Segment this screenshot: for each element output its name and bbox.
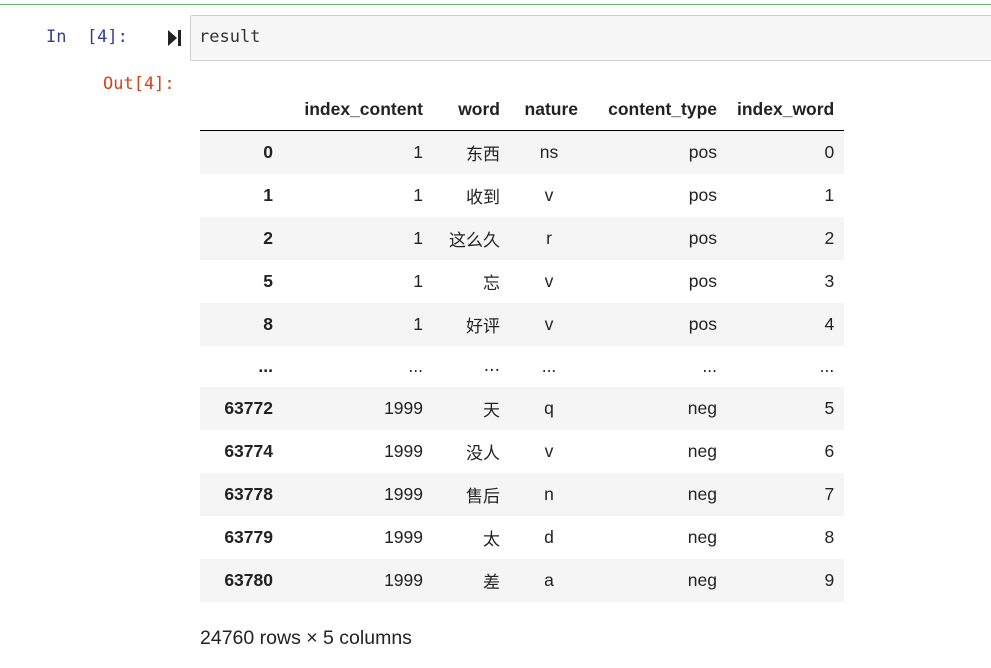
- table-row: 63772 1999 天 q neg 5: [200, 386, 845, 430]
- code-input-area[interactable]: result: [190, 15, 991, 61]
- index-word-cell: 7: [824, 483, 835, 504]
- word-cell: 东西: [466, 144, 500, 165]
- row-index-cell: 8: [263, 313, 273, 334]
- table-row: 0 1 东西 ns pos 0: [200, 130, 845, 174]
- cell-top-border: [0, 4, 991, 5]
- table-row: 63779 1999 太 d neg 8: [200, 515, 845, 559]
- nature-cell: v: [544, 313, 554, 334]
- column-header: word: [433, 89, 510, 131]
- word-cell: ...: [483, 356, 500, 376]
- content-type-cell: pos: [688, 141, 717, 162]
- output-prompt: Out[4]:: [103, 74, 175, 94]
- index-word-cell: 5: [824, 397, 835, 418]
- index-word-cell: ...: [819, 355, 835, 376]
- word-cell: 这么久: [449, 230, 500, 251]
- run-cell-icon[interactable]: [166, 28, 182, 48]
- table-header-row: index_content word nature content_type i…: [200, 89, 845, 131]
- table-row: 63778 1999 售后 n neg 7: [200, 472, 845, 516]
- row-index-cell: 5: [263, 270, 273, 291]
- index-content-cell: 1: [413, 227, 423, 248]
- nature-cell: ...: [541, 355, 557, 376]
- table-row: 5 1 忘 v pos 3: [200, 259, 845, 303]
- word-cell: 忘: [483, 273, 500, 294]
- row-index-cell: 0: [263, 141, 273, 162]
- content-type-cell: pos: [688, 313, 717, 334]
- index-content-cell: 1: [413, 141, 423, 162]
- nature-cell: ns: [539, 141, 559, 162]
- word-cell: 售后: [466, 486, 500, 507]
- row-index-cell: 63778: [224, 483, 273, 504]
- dataframe-table: index_content word nature content_type i…: [200, 89, 845, 602]
- word-cell: 太: [483, 529, 500, 550]
- row-index-cell: 63779: [224, 526, 273, 547]
- row-index-cell: ...: [258, 355, 273, 376]
- table-row: 63780 1999 差 a neg 9: [200, 558, 845, 602]
- index-content-cell: 1: [413, 184, 423, 205]
- column-header: nature: [510, 89, 588, 131]
- index-word-cell: 0: [824, 141, 835, 162]
- index-word-cell: 3: [824, 270, 835, 291]
- input-prompt: In [4]:: [46, 27, 128, 47]
- content-type-cell: neg: [687, 569, 717, 590]
- row-index-cell: 63774: [224, 440, 273, 461]
- index-word-cell: 4: [824, 313, 835, 334]
- column-header: index_content: [283, 89, 433, 131]
- code-text[interactable]: result: [199, 27, 260, 47]
- content-type-cell: neg: [687, 397, 717, 418]
- nature-cell: n: [544, 483, 554, 504]
- index-word-cell: 9: [824, 569, 835, 590]
- row-index-cell: 1: [263, 184, 273, 205]
- table-row: 8 1 好评 v pos 4: [200, 302, 845, 346]
- nature-cell: r: [546, 227, 552, 248]
- content-type-cell: neg: [687, 526, 717, 547]
- word-cell: 好评: [466, 316, 500, 337]
- row-index-cell: 2: [263, 227, 273, 248]
- word-cell: 收到: [466, 187, 500, 208]
- index-word-cell: 6: [824, 440, 835, 461]
- index-word-cell: 1: [824, 184, 835, 205]
- nature-cell: v: [544, 270, 554, 291]
- word-cell: 差: [483, 572, 500, 593]
- nature-cell: v: [544, 184, 554, 205]
- content-type-cell: neg: [687, 483, 717, 504]
- dataframe-shape-text: 24760 rows × 5 columns: [200, 627, 412, 649]
- index-content-cell: 1: [413, 313, 423, 334]
- index-content-cell: ...: [408, 355, 423, 376]
- index-header: [200, 89, 283, 131]
- index-word-cell: 2: [824, 227, 835, 248]
- index-content-cell: 1999: [384, 569, 423, 590]
- content-type-cell: pos: [688, 270, 717, 291]
- nature-cell: d: [544, 526, 554, 547]
- row-index-cell: 63780: [224, 569, 273, 590]
- table-row: ..................: [200, 345, 845, 387]
- word-cell: 天: [483, 400, 500, 421]
- nature-cell: q: [544, 397, 554, 418]
- column-header: index_word: [727, 89, 845, 131]
- index-content-cell: 1999: [384, 440, 423, 461]
- content-type-cell: neg: [687, 440, 717, 461]
- index-content-cell: 1999: [384, 397, 423, 418]
- index-content-cell: 1: [413, 270, 423, 291]
- index-content-cell: 1999: [384, 483, 423, 504]
- table-row: 2 1 这么久 r pos 2: [200, 216, 845, 260]
- column-header: content_type: [588, 89, 727, 131]
- nature-cell: a: [544, 569, 554, 590]
- index-word-cell: 8: [824, 526, 835, 547]
- nature-cell: v: [544, 440, 554, 461]
- table-row: 63774 1999 没人 v neg 6: [200, 429, 845, 473]
- word-cell: 没人: [466, 443, 500, 464]
- content-type-cell: pos: [688, 227, 717, 248]
- content-type-cell: pos: [688, 184, 717, 205]
- table-row: 1 1 收到 v pos 1: [200, 173, 845, 217]
- row-index-cell: 63772: [224, 397, 273, 418]
- content-type-cell: ...: [702, 355, 717, 376]
- index-content-cell: 1999: [384, 526, 423, 547]
